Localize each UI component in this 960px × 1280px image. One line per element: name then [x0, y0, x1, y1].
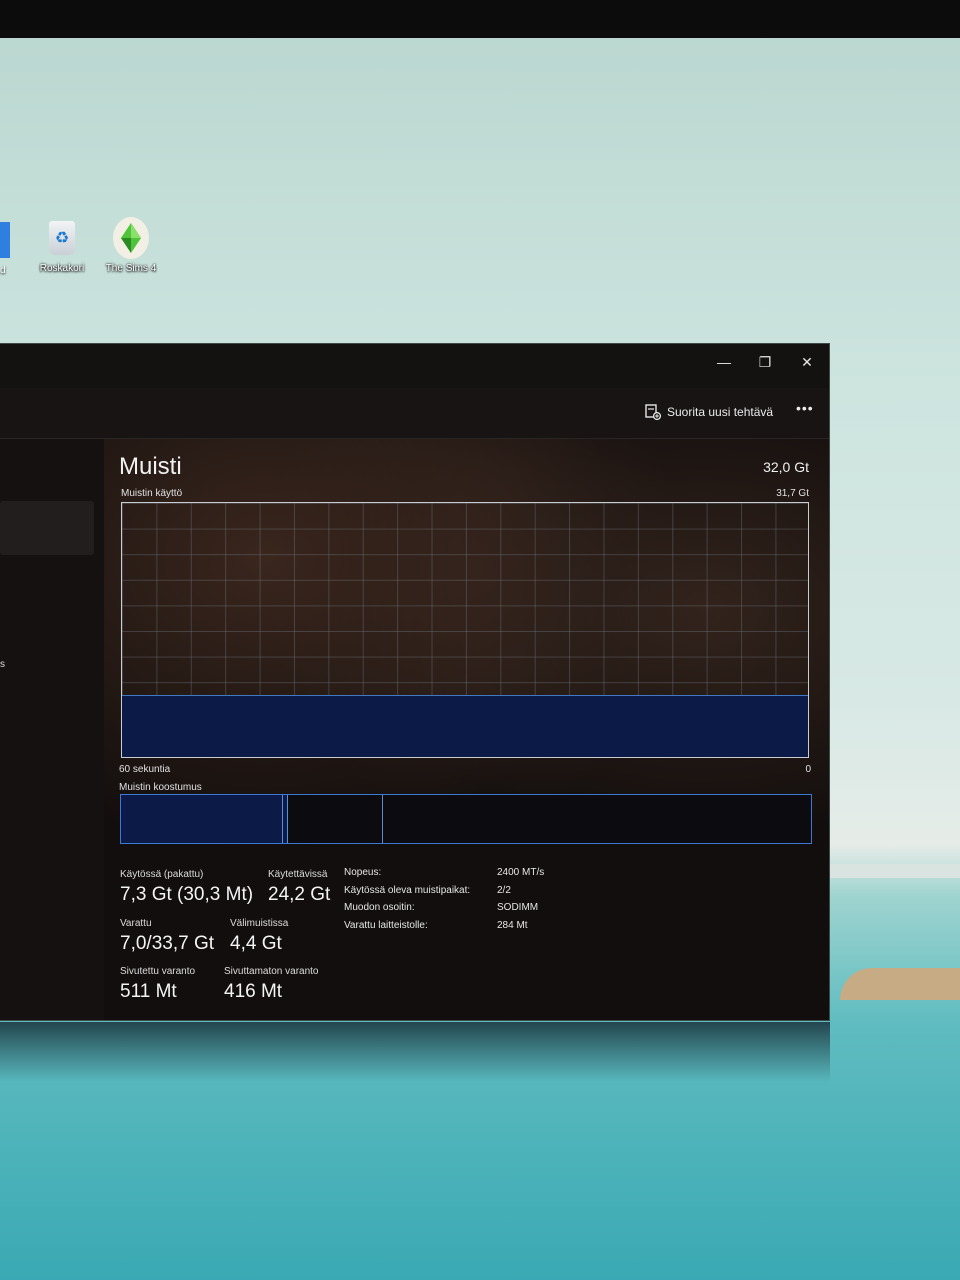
minimize-button[interactable]: — — [706, 350, 742, 374]
desktop-icon-label: The Sims 4 — [105, 263, 157, 274]
stat-cached-value: 4,4 Gt — [230, 933, 282, 954]
property-value: 284 Mt — [497, 919, 528, 931]
desktop-icon-label: Roskakori — [39, 263, 85, 274]
composition-standby[interactable] — [288, 795, 384, 843]
stat-available-value: 24,2 Gt — [268, 884, 331, 905]
stat-paged-pool-value: 511 Mt — [120, 981, 177, 1002]
sidebar-text-fragment: s — [0, 659, 5, 670]
memory-usage-max: 31,7 Gt — [776, 488, 809, 499]
memory-panel: Muisti 32,0 Gt Muistin käyttö 31,7 Gt 60… — [104, 439, 829, 1020]
property-label: Nopeus: — [344, 867, 382, 878]
stat-available-label: Käytettävissä — [268, 869, 328, 880]
memory-usage-fill — [122, 695, 808, 757]
monitor-bezel — [0, 0, 960, 38]
stat-nonpaged-pool-value: 416 Mt — [224, 981, 283, 1002]
sidebar-selected-item[interactable] — [0, 501, 94, 555]
memory-composition-label: Muistin koostumus — [119, 782, 202, 793]
task-manager-window: — ❐ ✕ Suorita uusi tehtävä ••• s Muisti … — [0, 343, 830, 1021]
wallpaper-ledge — [820, 864, 960, 878]
page-title: Muisti — [119, 453, 182, 480]
graph-x-start-label: 60 sekuntia — [119, 764, 171, 775]
stat-cached: Välimuistissa 4,4 Gt — [230, 918, 288, 955]
property-value: SODIMM — [497, 902, 539, 913]
sidebar: s — [0, 439, 104, 1020]
run-task-icon — [645, 404, 661, 420]
title-bar[interactable]: — ❐ ✕ — [0, 344, 829, 388]
property-row: Muodon osoitin: SODIMM — [344, 902, 544, 920]
stat-committed-label: Varattu — [120, 918, 152, 929]
memory-composition-bar — [120, 794, 812, 844]
memory-usage-label: Muistin käyttö — [121, 488, 183, 499]
partial-desktop-icon-label: d — [0, 265, 6, 276]
desktop-icon-recycle-bin[interactable]: ♻ Roskakori — [32, 218, 92, 274]
stat-in-use-value: 7,3 Gt (30,3 Mt) — [120, 884, 254, 905]
sims-plumbob-icon — [113, 217, 149, 259]
total-memory: 32,0 Gt — [763, 459, 809, 475]
stat-committed: Varattu 7,0/33,7 Gt — [120, 918, 214, 955]
desktop-icon-sims4[interactable]: The Sims 4 — [101, 217, 161, 274]
stat-nonpaged-pool: Sivuttamaton varanto 416 Mt — [224, 966, 319, 1003]
composition-in-use[interactable] — [121, 795, 284, 843]
partial-desktop-icon[interactable] — [0, 222, 10, 258]
close-button[interactable]: ✕ — [789, 350, 825, 374]
property-row: Varattu laitteistolle: 284 Mt — [344, 920, 544, 938]
wallpaper-shadow — [0, 1022, 830, 1082]
property-value: 2/2 — [497, 884, 511, 896]
stat-nonpaged-pool-label: Sivuttamaton varanto — [224, 966, 319, 977]
recycle-bin-icon: ♻ — [49, 221, 75, 255]
memory-properties: Nopeus: 2400 MT/s Käytössä oleva muistip… — [344, 867, 544, 937]
run-new-task-button[interactable]: Suorita uusi tehtävä — [645, 404, 773, 420]
property-row: Nopeus: 2400 MT/s — [344, 867, 544, 885]
graph-x-end-label: 0 — [805, 764, 811, 775]
property-label: Käytössä oleva muistipaikat: — [344, 884, 471, 896]
memory-usage-graph — [121, 502, 809, 758]
stat-cached-label: Välimuistissa — [230, 918, 289, 929]
toolbar: Suorita uusi tehtävä ••• — [0, 388, 829, 439]
stat-paged-pool: Sivutettu varanto 511 Mt — [120, 966, 195, 1003]
wallpaper-sand — [840, 968, 960, 1000]
property-label: Muodon osoitin: — [344, 902, 415, 913]
stat-paged-pool-label: Sivutettu varanto — [120, 966, 196, 977]
property-value: 2400 MT/s — [497, 867, 545, 878]
stat-in-use-label: Käytössä (pakattu) — [120, 869, 204, 880]
run-new-task-label: Suorita uusi tehtävä — [667, 405, 774, 419]
maximize-button[interactable]: ❐ — [747, 350, 783, 374]
stat-available: Käytettävissä 24,2 Gt — [268, 869, 330, 906]
stat-in-use: Käytössä (pakattu) 7,3 Gt (30,3 Mt) — [120, 869, 253, 906]
more-options-button[interactable]: ••• — [796, 400, 814, 416]
property-row: Käytössä oleva muistipaikat: 2/2 — [344, 885, 544, 903]
property-label: Varattu laitteistolle: — [344, 919, 428, 931]
stat-committed-value: 7,0/33,7 Gt — [120, 933, 215, 954]
